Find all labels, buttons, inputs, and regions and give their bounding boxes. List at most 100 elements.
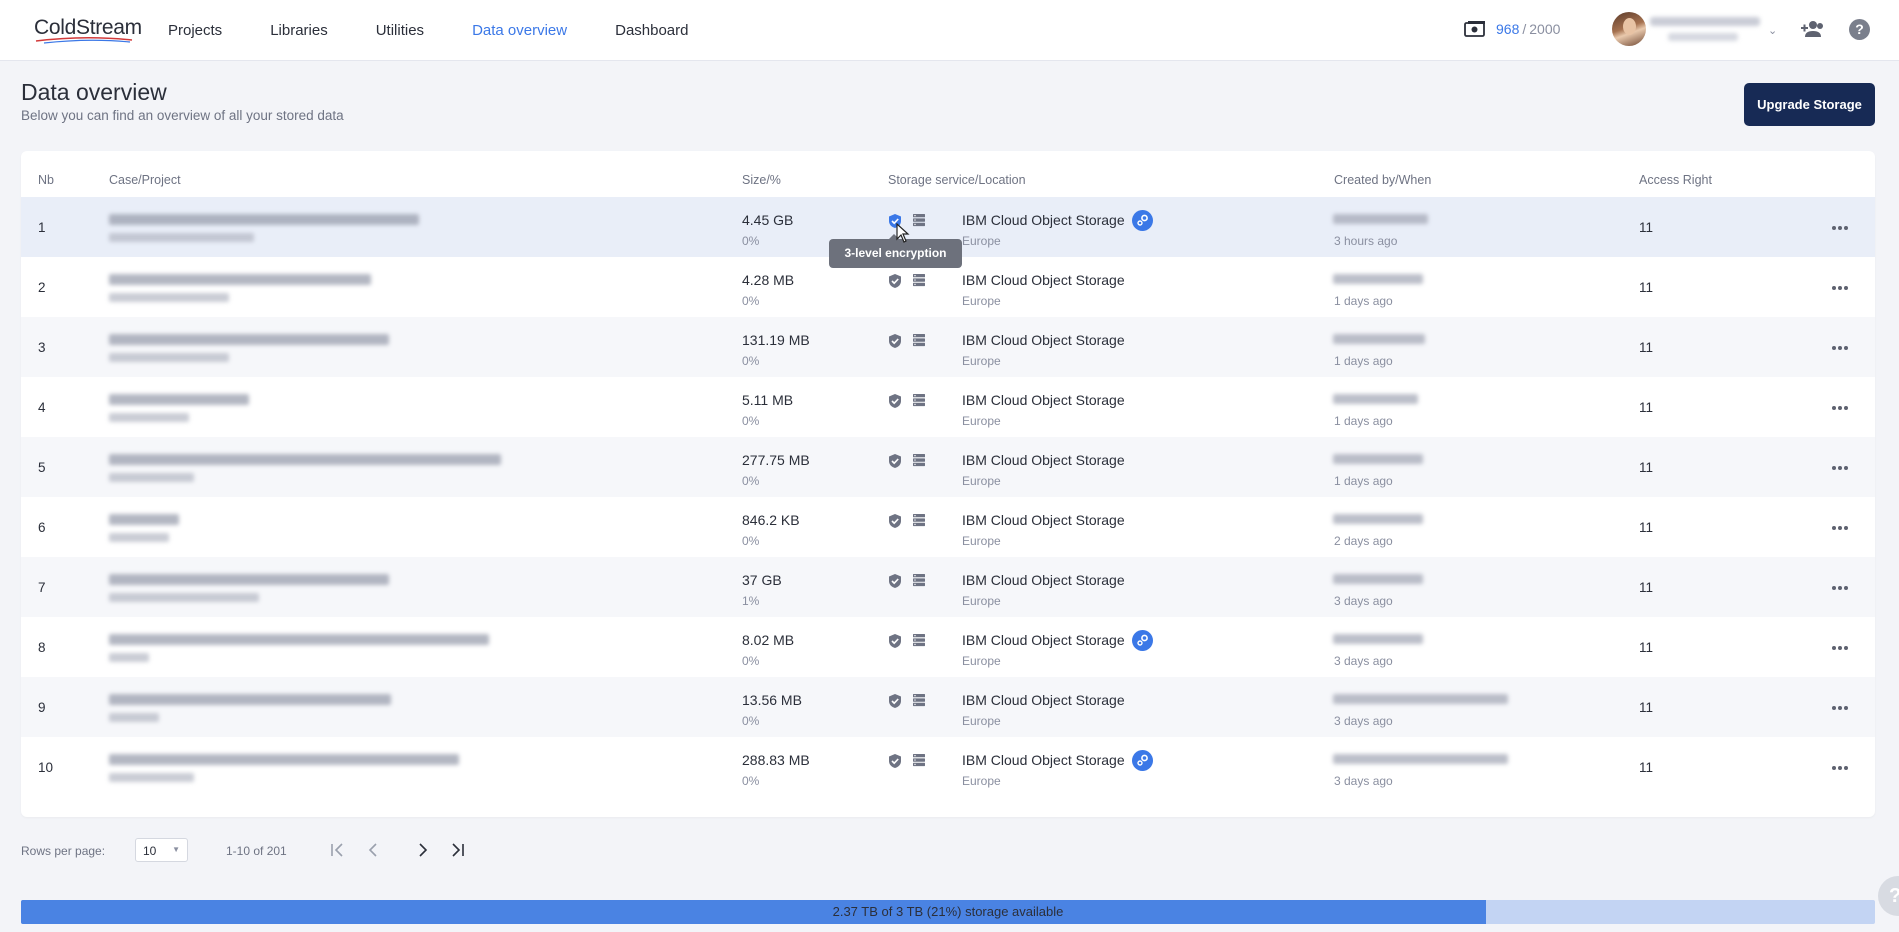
shield-check-icon[interactable] (888, 513, 902, 534)
case-name-redacted[interactable] (109, 574, 389, 585)
floating-help-icon[interactable]: ? (1878, 876, 1899, 916)
row-location: Europe (962, 594, 1001, 608)
case-name-redacted[interactable] (109, 214, 419, 225)
database-icon[interactable] (912, 573, 926, 592)
database-icon[interactable] (912, 753, 926, 772)
shield-check-icon[interactable] (888, 333, 902, 354)
column-header-nb[interactable]: Nb (38, 173, 54, 187)
next-page-icon[interactable] (412, 840, 434, 860)
chevron-down-icon[interactable]: ⌄ (1768, 24, 1777, 37)
gear-badge-icon[interactable] (1132, 210, 1153, 231)
more-horizontal-icon[interactable] (1831, 278, 1849, 296)
rows-per-page-label: Rows per page: (21, 844, 106, 858)
nav-data-overview[interactable]: Data overview (472, 22, 567, 39)
table-row[interactable]: 5 277.75 MB 0% IBM Cloud Object Storage … (21, 437, 1875, 497)
row-size: 8.02 MB (742, 632, 795, 648)
database-icon[interactable] (912, 633, 926, 652)
shield-check-icon[interactable] (888, 633, 902, 654)
row-size: 37 GB (742, 572, 782, 588)
last-page-icon[interactable] (447, 840, 469, 860)
upgrade-storage-button[interactable]: Upgrade Storage (1744, 83, 1875, 126)
shield-check-icon[interactable] (888, 573, 902, 594)
project-name-redacted (109, 713, 159, 722)
page-title: Data overview (21, 79, 167, 105)
table-row[interactable]: 4 5.11 MB 0% IBM Cloud Object Storage Eu… (21, 377, 1875, 437)
database-icon[interactable] (912, 273, 926, 292)
table-row[interactable]: 6 846.2 KB 0% IBM Cloud Object Storage E… (21, 497, 1875, 557)
rows-per-page-select[interactable]: 10 ▼ (135, 838, 188, 862)
row-access-right: 11 (1639, 520, 1654, 535)
database-icon[interactable] (912, 513, 926, 532)
shield-check-icon[interactable] (888, 393, 902, 414)
row-number: 4 (38, 400, 46, 415)
nav-dashboard[interactable]: Dashboard (615, 22, 688, 39)
table-row[interactable]: 3 131.19 MB 0% IBM Cloud Object Storage … (21, 317, 1875, 377)
row-size: 5.11 MB (742, 392, 794, 408)
case-name-redacted[interactable] (109, 334, 389, 345)
database-icon[interactable] (912, 453, 926, 472)
nav-utilities[interactable]: Utilities (376, 22, 424, 39)
row-access-right: 11 (1639, 340, 1654, 355)
column-header-case-project[interactable]: Case/Project (109, 173, 181, 187)
case-name-redacted[interactable] (109, 454, 501, 465)
prev-page-icon[interactable] (362, 840, 384, 860)
column-header-size[interactable]: Size/% (742, 173, 781, 187)
avatar[interactable] (1612, 12, 1646, 46)
database-icon[interactable] (912, 213, 926, 232)
row-size: 4.45 GB (742, 212, 794, 228)
column-header-access[interactable]: Access Right (1639, 173, 1712, 187)
creator-name-redacted (1333, 454, 1423, 464)
shield-check-icon[interactable] (888, 453, 902, 474)
project-name-redacted (109, 593, 259, 602)
column-header-created[interactable]: Created by/When (1334, 173, 1431, 187)
shield-check-icon[interactable] (888, 693, 902, 714)
row-created-when: 1 days ago (1334, 354, 1393, 368)
more-horizontal-icon[interactable] (1831, 638, 1849, 656)
database-icon[interactable] (912, 693, 926, 712)
shield-check-icon[interactable] (888, 753, 902, 774)
row-created-when: 3 days ago (1334, 714, 1393, 728)
more-horizontal-icon[interactable] (1831, 398, 1849, 416)
row-access-right: 11 (1639, 700, 1654, 715)
more-horizontal-icon[interactable] (1831, 218, 1849, 236)
shield-check-icon[interactable] (888, 273, 902, 294)
first-page-icon[interactable] (326, 840, 348, 860)
row-created-when: 1 days ago (1334, 294, 1393, 308)
more-horizontal-icon[interactable] (1831, 458, 1849, 476)
column-header-storage[interactable]: Storage service/Location (888, 173, 1026, 187)
database-icon[interactable] (912, 333, 926, 352)
credits-icon (1464, 21, 1485, 37)
row-size: 4.28 MB (742, 272, 795, 288)
table-row[interactable]: 8 8.02 MB 0% IBM Cloud Object Storage Eu… (21, 617, 1875, 677)
case-name-redacted[interactable] (109, 694, 391, 705)
row-size: 277.75 MB (742, 452, 810, 468)
more-horizontal-icon[interactable] (1831, 518, 1849, 536)
row-location: Europe (962, 354, 1001, 368)
more-horizontal-icon[interactable] (1831, 758, 1849, 776)
row-percent: 1% (742, 594, 760, 608)
case-name-redacted[interactable] (109, 754, 459, 765)
row-storage-service: IBM Cloud Object Storage (962, 212, 1125, 228)
user-role-redacted (1668, 33, 1738, 41)
table-row[interactable]: 10 288.83 MB 0% IBM Cloud Object Storage… (21, 737, 1875, 797)
table-row[interactable]: 7 37 GB 1% IBM Cloud Object Storage Euro… (21, 557, 1875, 617)
credits-counter[interactable]: 968 / 2000 (1464, 20, 1560, 38)
row-size: 131.19 MB (742, 332, 810, 348)
nav-projects[interactable]: Projects (168, 22, 222, 39)
case-name-redacted[interactable] (109, 394, 249, 405)
case-name-redacted[interactable] (109, 514, 179, 525)
creator-name-redacted (1333, 754, 1508, 764)
case-name-redacted[interactable] (109, 274, 371, 285)
gear-badge-icon[interactable] (1132, 750, 1153, 771)
table-row[interactable]: 9 13.56 MB 0% IBM Cloud Object Storage E… (21, 677, 1875, 737)
database-icon[interactable] (912, 393, 926, 412)
row-location: Europe (962, 654, 1001, 668)
gear-badge-icon[interactable] (1132, 630, 1153, 651)
case-name-redacted[interactable] (109, 634, 489, 645)
more-horizontal-icon[interactable] (1831, 578, 1849, 596)
help-icon[interactable]: ? (1849, 19, 1870, 40)
add-users-icon[interactable] (1800, 20, 1824, 38)
more-horizontal-icon[interactable] (1831, 338, 1849, 356)
more-horizontal-icon[interactable] (1831, 698, 1849, 716)
nav-libraries[interactable]: Libraries (270, 22, 328, 39)
